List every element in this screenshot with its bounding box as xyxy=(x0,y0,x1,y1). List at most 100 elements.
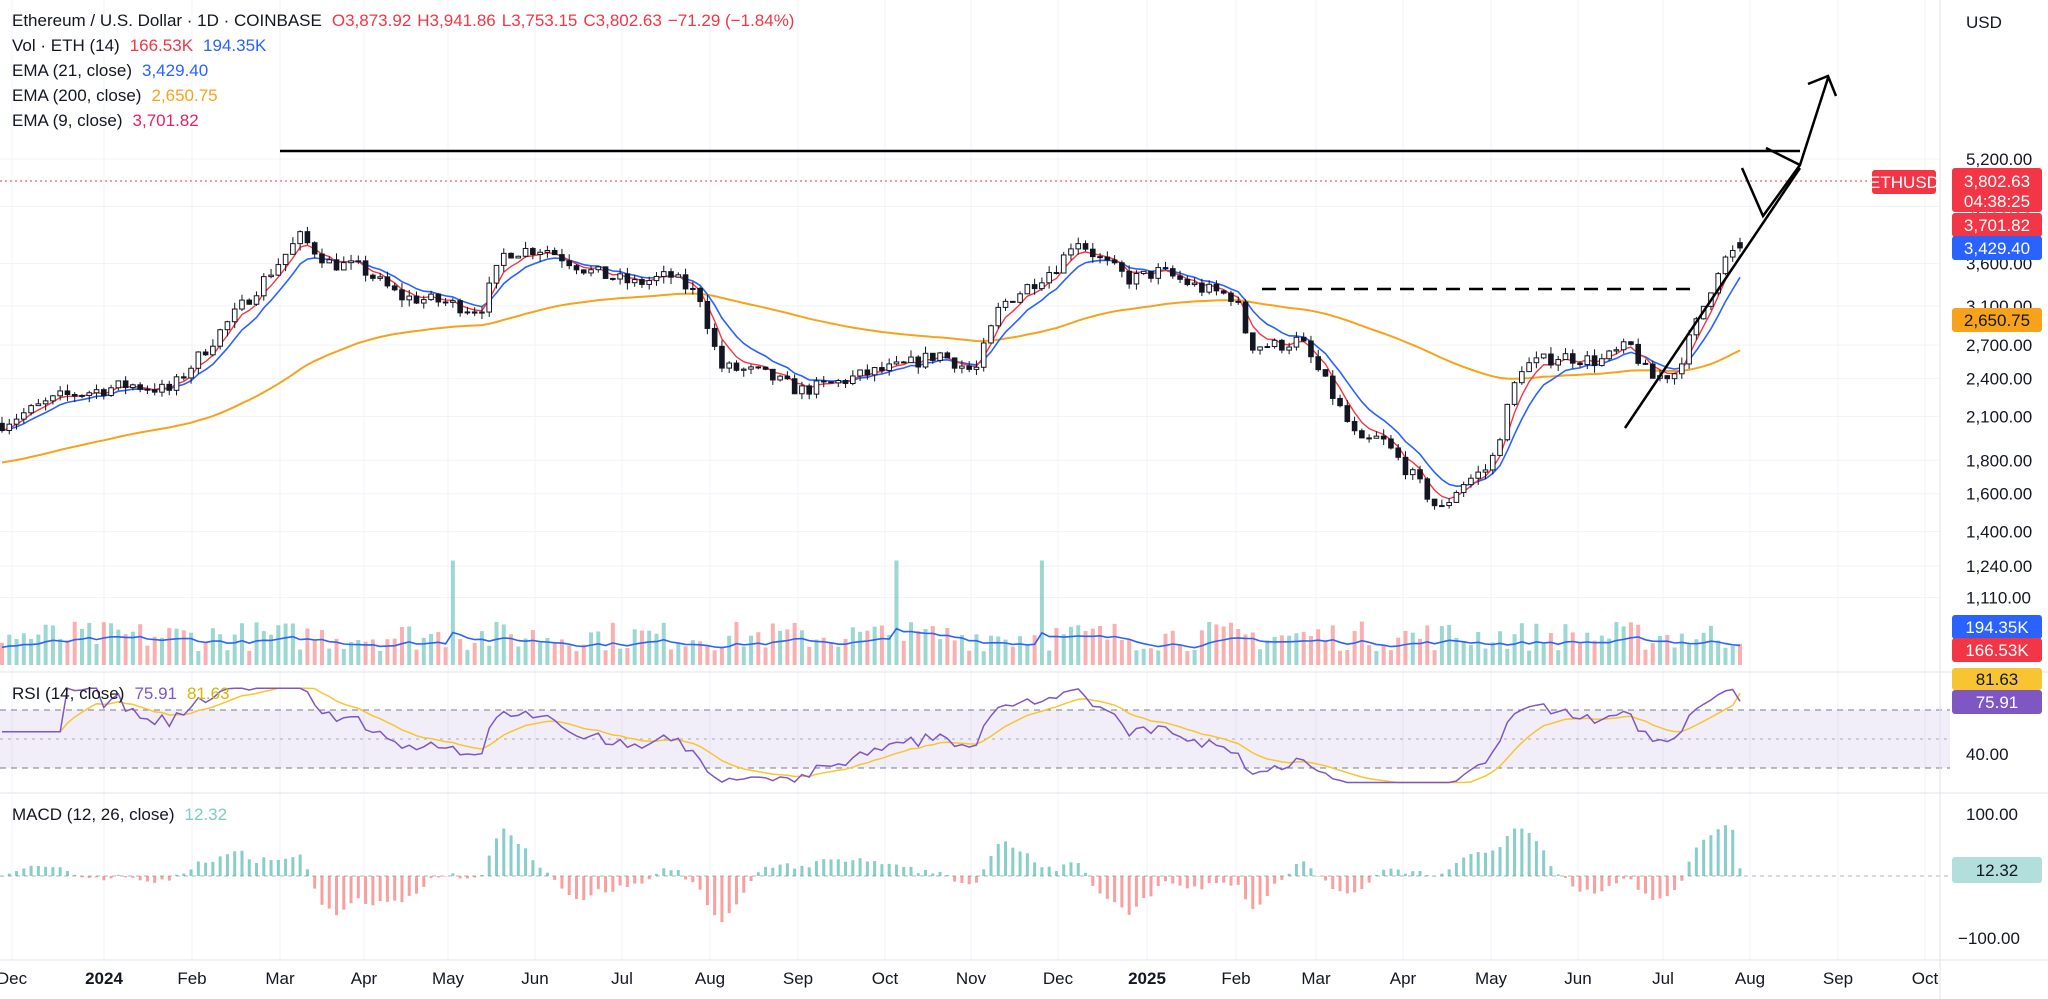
volume-bar xyxy=(283,623,288,665)
ema21-badge: 3,429.40 xyxy=(1952,236,2042,260)
legend-ema9[interactable]: EMA (9, close) 3,701.82 xyxy=(12,108,804,133)
volume-bar xyxy=(1578,643,1583,665)
volume-bar xyxy=(1527,650,1532,665)
macd-bar xyxy=(1411,871,1415,876)
candle-body xyxy=(690,287,696,290)
macd-bar xyxy=(756,872,760,876)
volume-bar xyxy=(865,630,870,665)
volume-bar xyxy=(1476,631,1481,665)
symbol-badge: ETHUSD xyxy=(1869,170,1939,194)
candle-body xyxy=(1737,242,1743,249)
volume-bar xyxy=(1112,623,1117,665)
volume-bar xyxy=(450,560,455,665)
candle-body xyxy=(86,392,93,396)
volume-bar xyxy=(901,640,906,665)
volume-bar xyxy=(29,638,34,665)
legend-vol[interactable]: Vol · ETH (14) 166.53K 194.35K xyxy=(12,33,804,58)
volume-bar xyxy=(1192,649,1197,665)
macd-bar xyxy=(422,876,426,887)
legend-ema200[interactable]: EMA (200, close) 2,650.75 xyxy=(12,83,804,108)
legend-ema21[interactable]: EMA (21, close) 3,429.40 xyxy=(12,58,804,83)
macd-bar xyxy=(938,871,942,876)
candle-body xyxy=(1722,256,1729,275)
candle-body xyxy=(930,352,936,361)
macd-bar xyxy=(87,876,91,878)
macd-bar xyxy=(211,861,215,876)
macd-legend[interactable]: MACD (12, 26, close) 12.32 xyxy=(12,805,237,825)
macd-bar xyxy=(560,876,564,889)
candle-body xyxy=(537,251,543,256)
macd-bar xyxy=(931,873,935,876)
candle-body xyxy=(1119,262,1125,272)
macd-bar xyxy=(1004,841,1008,876)
volume-bar xyxy=(981,651,986,665)
volume-bar xyxy=(152,636,157,665)
volume-bar xyxy=(523,638,528,665)
macd-bar xyxy=(465,876,469,879)
candle-body xyxy=(675,274,682,278)
candle-body xyxy=(566,260,573,267)
macd-bar xyxy=(1527,833,1531,876)
macd-bar xyxy=(349,876,353,904)
price-tick: 1,400.00 xyxy=(1966,523,2032,542)
time-tick: Aug xyxy=(695,969,725,988)
volume-bar xyxy=(1054,627,1059,665)
volume-bar xyxy=(661,622,666,665)
candle-body xyxy=(1300,336,1307,342)
candle-body xyxy=(559,254,565,262)
volume-bar xyxy=(676,643,681,665)
time-axis[interactable]: Dec 2024 Feb Mar Apr May Jun Jul Aug Sep Oct Nov Dec… xyxy=(0,969,1938,988)
macd-bar xyxy=(378,876,382,902)
macd-bar xyxy=(436,876,440,878)
volume-bar xyxy=(421,637,426,665)
macd-bar xyxy=(1345,876,1349,894)
volume-bar xyxy=(967,650,972,665)
candle-body xyxy=(1286,346,1292,351)
candle-body xyxy=(362,260,369,276)
candle-body xyxy=(348,260,354,264)
volume-bar xyxy=(1279,635,1284,665)
candle-body xyxy=(1235,300,1242,303)
candle-body xyxy=(1489,454,1496,471)
macd-bar xyxy=(844,861,848,876)
volume-bar xyxy=(589,632,594,665)
chart-canvas[interactable]: 5,200.004,400.003,600.003,100.002,700.00… xyxy=(0,0,2048,999)
macd-bar xyxy=(131,876,135,878)
macd-bar xyxy=(1687,861,1691,876)
volume-bar xyxy=(1679,633,1684,665)
volume-bar xyxy=(1410,632,1415,665)
volume-bar xyxy=(1090,628,1095,665)
candle-body xyxy=(762,366,769,370)
macd-bar xyxy=(538,867,542,876)
volume-bar xyxy=(814,639,819,665)
volume-bar xyxy=(21,633,26,665)
ema9-badge: 3,701.82 xyxy=(1952,213,2042,237)
volume-bar xyxy=(916,631,921,665)
volume-bar xyxy=(959,635,964,665)
macd-bar xyxy=(1382,869,1386,876)
candle-body xyxy=(1388,438,1394,449)
macd-bar xyxy=(669,870,673,876)
candle-body xyxy=(893,361,900,365)
macd-bar xyxy=(851,860,855,876)
candle-body xyxy=(282,253,289,266)
candle-body xyxy=(413,295,420,304)
candle-body xyxy=(1366,437,1372,440)
macd-bar xyxy=(7,873,11,876)
rsi-legend[interactable]: RSI (14, close) 75.91 81.63 xyxy=(12,684,240,704)
svg-text:75.91: 75.91 xyxy=(1976,693,2019,712)
macd-bar xyxy=(1418,871,1422,876)
macd-bar xyxy=(945,874,949,876)
macd-bar xyxy=(1716,829,1720,876)
volume-bar xyxy=(836,646,841,665)
volume-bar xyxy=(123,634,128,665)
volume-histogram xyxy=(0,560,1742,665)
volume-bar xyxy=(1425,625,1430,665)
macd-bar xyxy=(640,876,644,884)
volume-bar xyxy=(1468,645,1473,665)
volume-bar xyxy=(1723,647,1728,665)
candle-body xyxy=(1097,256,1103,259)
macd-bar xyxy=(858,858,862,876)
time-tick: 2025 xyxy=(1128,969,1166,988)
price-tick: 5,200.00 xyxy=(1966,150,2032,169)
